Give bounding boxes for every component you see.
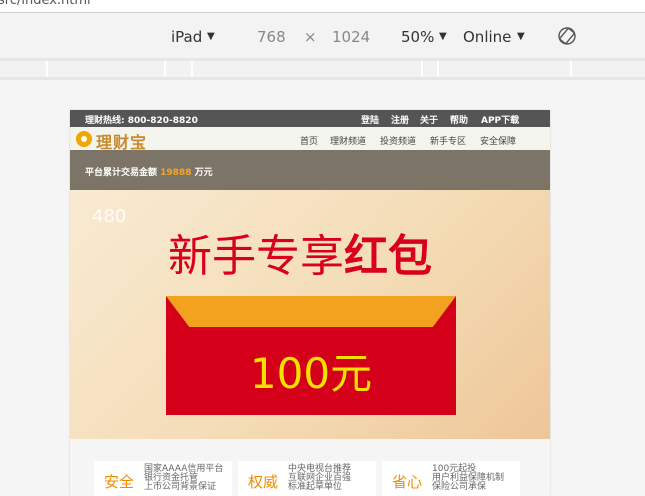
promo-banner[interactable]: 480 新手专享红包 100元 xyxy=(70,190,550,439)
totals-label: 平台累计交易金额 xyxy=(85,168,158,178)
nav-newbie[interactable]: 新手专区 xyxy=(430,134,466,147)
promo-title-bold: 红包 xyxy=(344,231,432,282)
media-query-track[interactable] xyxy=(0,61,645,77)
times-icon: × xyxy=(304,28,317,46)
envelope-flap xyxy=(166,296,456,328)
network-select[interactable]: Online xyxy=(463,28,511,46)
rotate-icon[interactable] xyxy=(557,26,577,46)
nav-security[interactable]: 安全保障 xyxy=(480,134,516,147)
red-envelope-amount: 100元 xyxy=(249,349,373,398)
network-dropdown-icon[interactable]: ▼ xyxy=(517,31,525,42)
zoom-dropdown-icon[interactable]: ▼ xyxy=(439,31,447,42)
features-section: 安全 国家AAAA信用平台 银行资金托管 上市公司背景保证 权威 中央电视台推荐… xyxy=(70,439,550,496)
feature-desc-line: 上市公司背景保证 xyxy=(144,482,217,492)
breakpoint-marker[interactable] xyxy=(421,61,423,77)
register-link[interactable]: 注册 xyxy=(391,113,409,126)
device-dropdown-icon[interactable]: ▼ xyxy=(207,31,215,42)
feature-key: 安全 xyxy=(104,473,135,491)
width-input[interactable]: 768 xyxy=(257,28,286,46)
app-download-link[interactable]: APP下载 xyxy=(481,113,519,126)
breakpoint-marker[interactable] xyxy=(46,61,48,77)
feature-desc-line: 保险公司承保 xyxy=(432,482,487,492)
nav-home[interactable]: 首页 xyxy=(300,134,318,147)
totals-value: 19888 xyxy=(160,168,192,178)
help-link[interactable]: 帮助 xyxy=(450,113,468,126)
feature-card-easy: 省心 100元起投 用户利益保障机制 保险公司承保 xyxy=(382,461,520,496)
totals-text: 平台累计交易金额 19888 万元 xyxy=(85,165,213,178)
viewport-width-label: 480 xyxy=(92,206,127,227)
feature-key: 省心 xyxy=(392,473,423,491)
breakpoint-marker[interactable] xyxy=(570,61,572,77)
media-query-bar[interactable] xyxy=(0,58,645,80)
device-toolbar: iPad ▼ 768 × 1024 50% ▼ Online ▼ xyxy=(0,13,645,59)
feature-card-authority: 权威 中央电视台推荐 互联网企业百强 标准起草单位 xyxy=(238,461,376,496)
hotline-text: 理财热线: 800-820-8820 xyxy=(85,116,198,126)
device-select[interactable]: iPad xyxy=(171,28,202,46)
promo-title: 新手专享红包 xyxy=(168,220,432,284)
breakpoint-marker[interactable] xyxy=(164,61,166,77)
feature-card-safety: 安全 国家AAAA信用平台 银行资金托管 上市公司背景保证 xyxy=(94,461,232,496)
hotline-bar: 理财热线: 800-820-8820 登陆 注册 关于 帮助 APP下载 xyxy=(70,110,550,127)
height-input[interactable]: 1024 xyxy=(332,28,370,46)
totals-unit: 万元 xyxy=(194,168,213,178)
nav-invest[interactable]: 投资频道 xyxy=(380,134,416,147)
promo-title-plain: 新手专享 xyxy=(168,231,344,282)
feature-desc-line: 标准起草单位 xyxy=(288,482,343,492)
emulated-page: 理财热线: 800-820-8820 登陆 注册 关于 帮助 APP下载 理财宝… xyxy=(70,110,550,496)
breakpoint-marker[interactable] xyxy=(437,61,439,77)
totals-bar: 平台累计交易金额 19888 万元 xyxy=(70,150,550,190)
url-text: src/index.html xyxy=(0,0,91,8)
breakpoint-marker[interactable] xyxy=(191,61,193,77)
zoom-select[interactable]: 50% xyxy=(401,28,434,46)
feature-key: 权威 xyxy=(248,473,279,491)
brand-bar: 理财宝 首页 理财频道 投资频道 新手专区 安全保障 xyxy=(70,127,550,152)
nav-wealth[interactable]: 理财频道 xyxy=(330,134,366,147)
about-link[interactable]: 关于 xyxy=(420,113,438,126)
url-bar[interactable]: src/index.html xyxy=(0,0,645,13)
login-link[interactable]: 登陆 xyxy=(361,113,379,126)
logo-icon[interactable] xyxy=(76,131,92,147)
